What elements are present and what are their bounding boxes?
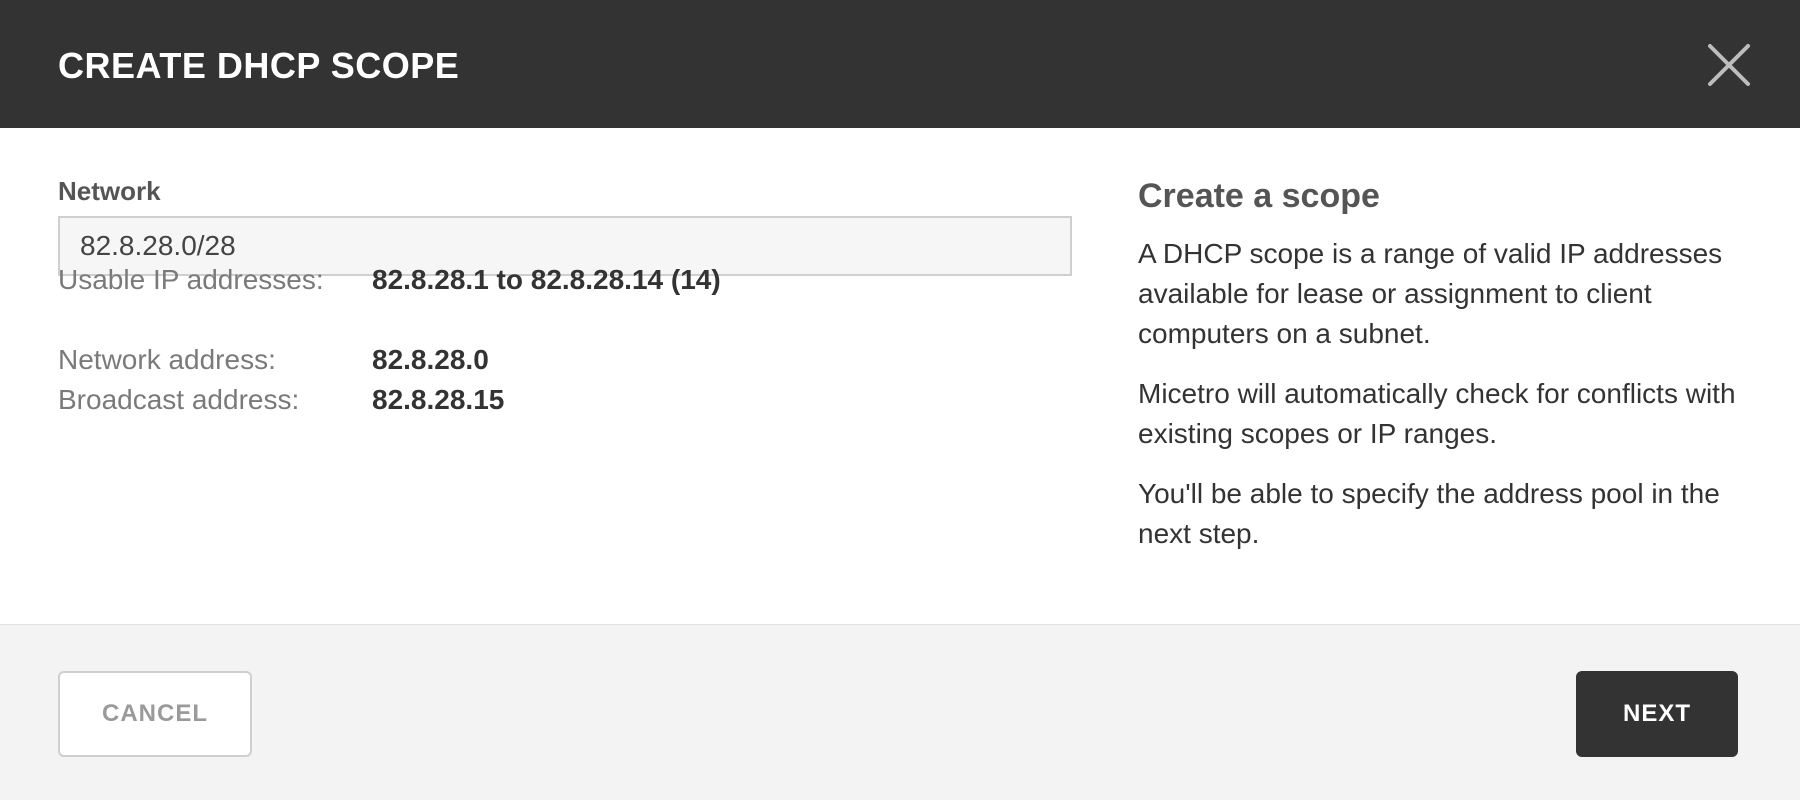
- help-paragraph: A DHCP scope is a range of valid IP addr…: [1138, 238, 1723, 349]
- help-panel: Create a scope A DHCP scope is a range o…: [1138, 174, 1738, 574]
- network-address-label: Network address:: [58, 344, 276, 375]
- help-paragraph: You'll be able to specify the address po…: [1138, 478, 1720, 549]
- create-dhcp-scope-dialog: CREATE DHCP SCOPE Network Usable IP addr…: [0, 0, 1800, 800]
- usable-ip-label: Usable IP addresses:: [58, 264, 324, 295]
- close-button[interactable]: [1706, 42, 1752, 88]
- network-address-value: 82.8.28.0: [372, 344, 489, 375]
- dialog-title: CREATE DHCP SCOPE: [58, 45, 460, 86]
- close-icon: [1708, 44, 1750, 86]
- dialog-header: CREATE DHCP SCOPE: [0, 0, 1800, 128]
- next-button[interactable]: NEXT: [1576, 671, 1738, 757]
- dialog-content: Network Usable IP addresses: 82.8.28.1 t…: [0, 128, 1800, 624]
- help-paragraph: Micetro will automatically check for con…: [1138, 378, 1736, 449]
- help-title: Create a scope: [1138, 177, 1380, 215]
- network-label: Network: [58, 176, 161, 206]
- broadcast-address-value: 82.8.28.15: [372, 384, 505, 415]
- usable-ip-value: 82.8.28.1 to 82.8.28.14 (14): [372, 264, 721, 295]
- broadcast-address-label: Broadcast address:: [58, 384, 300, 415]
- dialog-footer: CANCEL NEXT: [0, 624, 1800, 800]
- cancel-button[interactable]: CANCEL: [58, 671, 252, 757]
